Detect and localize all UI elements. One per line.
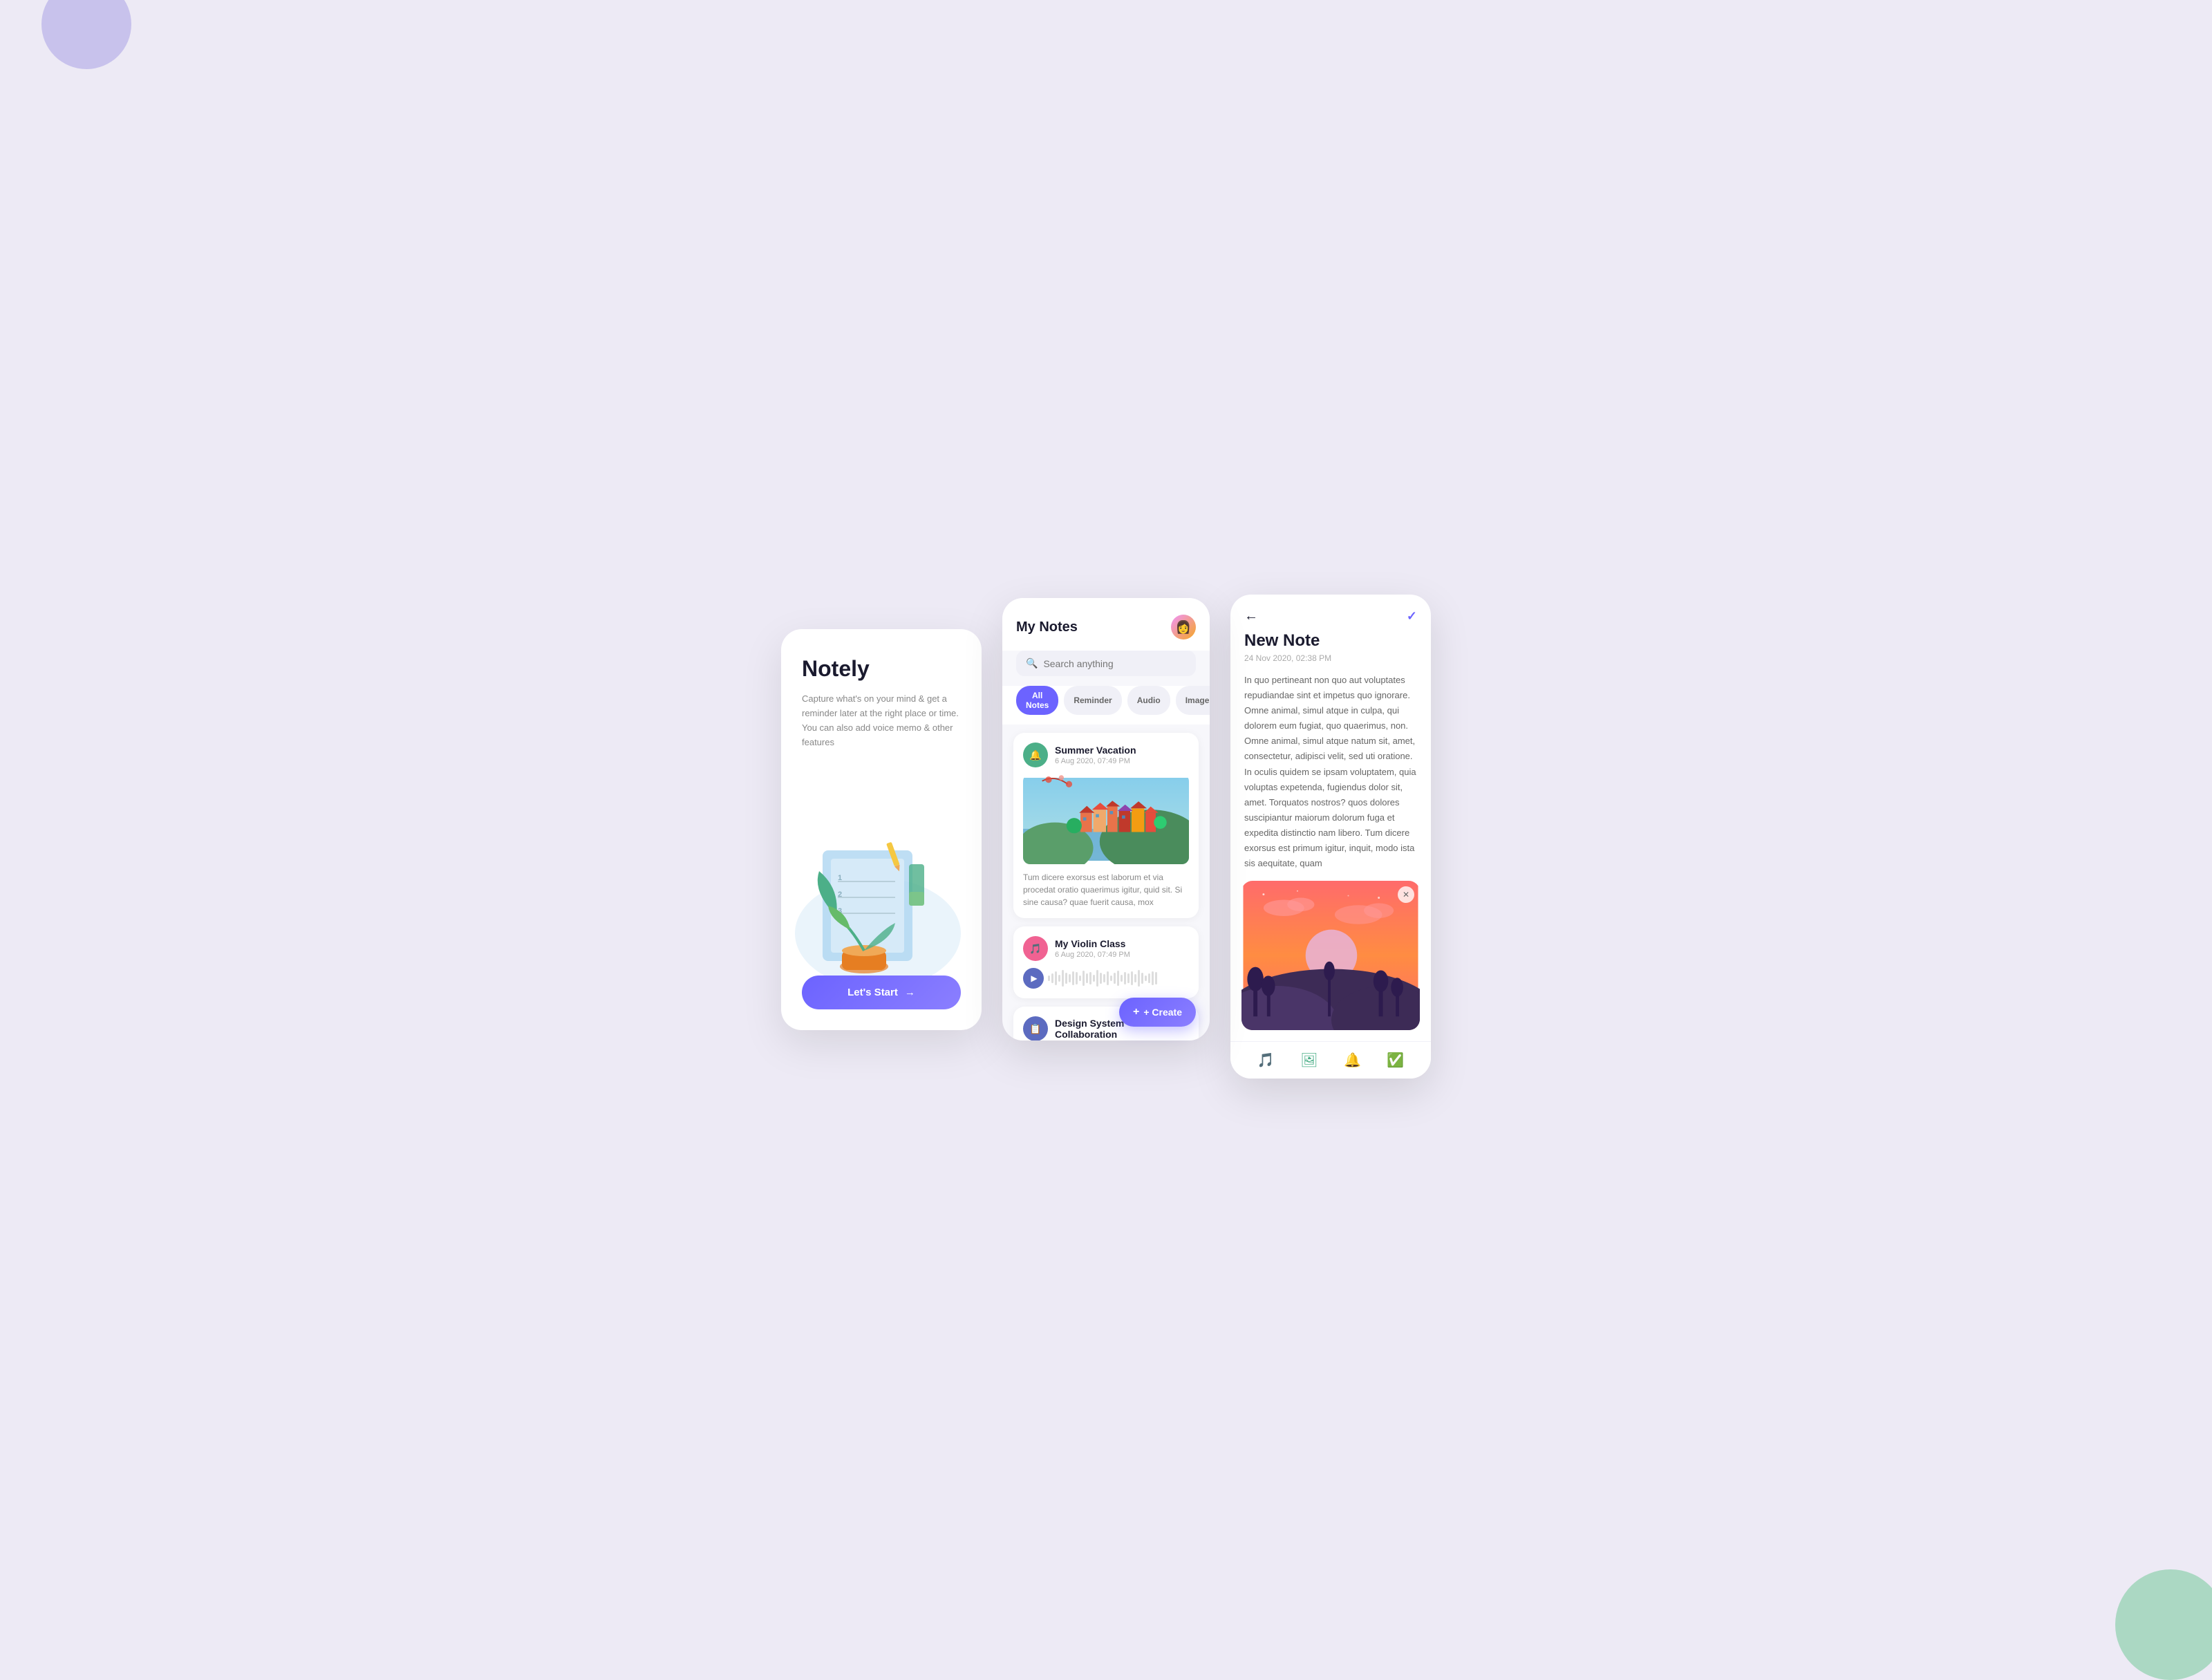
town-svg bbox=[1023, 774, 1189, 864]
user-avatar[interactable]: 👩 bbox=[1171, 615, 1196, 640]
waveform-bar bbox=[1086, 973, 1088, 983]
create-button[interactable]: + + Create bbox=[1119, 998, 1196, 1027]
note-card-violin[interactable]: 🎵 My Violin Class 6 Aug 2020, 07:49 PM ▶ bbox=[1013, 926, 1199, 998]
new-note-header: ← ✓ bbox=[1230, 595, 1431, 631]
waveform-bar bbox=[1141, 973, 1143, 984]
waveform-bar bbox=[1079, 976, 1081, 981]
note-image-sunset: ✕ bbox=[1241, 881, 1420, 1030]
waveform-bar bbox=[1134, 974, 1136, 982]
waveform-bar bbox=[1127, 973, 1130, 983]
note-date-violin: 6 Aug 2020, 07:49 PM bbox=[1055, 951, 1130, 959]
waveform-bar bbox=[1107, 971, 1109, 985]
note-meta: Summer Vacation 6 Aug 2020, 07:49 PM bbox=[1055, 745, 1136, 765]
tab-images[interactable]: Images bbox=[1176, 686, 1210, 715]
note-date-summer: 6 Aug 2020, 07:49 PM bbox=[1055, 757, 1136, 765]
plus-icon: + bbox=[1133, 1006, 1139, 1018]
note-card-header-violin: 🎵 My Violin Class 6 Aug 2020, 07:49 PM bbox=[1023, 936, 1189, 961]
new-note-date: 24 Nov 2020, 02:38 PM bbox=[1230, 653, 1431, 673]
note-icon-design: 📋 bbox=[1023, 1016, 1048, 1040]
sunset-svg bbox=[1241, 881, 1420, 1030]
avatar-emoji: 👩 bbox=[1176, 620, 1191, 635]
create-label: + Create bbox=[1143, 1007, 1182, 1018]
note-icon-music: 🎵 bbox=[1023, 936, 1048, 961]
screens-container: Notely Capture what's on your mind & get… bbox=[753, 553, 1459, 1106]
music-toolbar-icon[interactable]: 🎵 bbox=[1257, 1052, 1275, 1069]
waveform-bar bbox=[1093, 975, 1095, 982]
waveform-bar bbox=[1117, 971, 1119, 986]
new-note-body[interactable]: In quo pertineant non quo aut voluptates… bbox=[1230, 673, 1431, 881]
waveform-bar bbox=[1048, 976, 1050, 981]
design-icon: 📋 bbox=[1029, 1023, 1041, 1035]
start-button[interactable]: Let's Start → bbox=[802, 976, 961, 1009]
play-icon: ▶ bbox=[1031, 973, 1037, 983]
screen-notes: My Notes 👩 🔍 All Notes Reminder Audio Im… bbox=[1002, 598, 1210, 1040]
notes-title: My Notes bbox=[1016, 619, 1078, 635]
music-icon: 🎵 bbox=[1029, 943, 1041, 955]
gallery-toolbar-icon[interactable]: 🖼 bbox=[1300, 1052, 1318, 1069]
note-title-violin: My Violin Class bbox=[1055, 938, 1130, 949]
tab-all-notes[interactable]: All Notes bbox=[1016, 686, 1058, 715]
decorative-circle-bottom bbox=[2115, 1569, 2212, 1680]
screen-onboarding: Notely Capture what's on your mind & get… bbox=[781, 629, 982, 1030]
filter-tabs: All Notes Reminder Audio Images bbox=[1002, 686, 1210, 725]
search-input[interactable] bbox=[1043, 658, 1186, 669]
waveform-bar bbox=[1065, 973, 1067, 984]
waveform-bars bbox=[1048, 970, 1189, 987]
play-button[interactable]: ▶ bbox=[1023, 968, 1044, 989]
waveform-bar bbox=[1121, 975, 1123, 982]
waveform-bar bbox=[1145, 976, 1147, 981]
waveform-bar bbox=[1096, 970, 1098, 987]
notes-screen-wrapper: My Notes 👩 🔍 All Notes Reminder Audio Im… bbox=[1002, 619, 1210, 1040]
note-image-summer bbox=[1023, 774, 1189, 864]
waveform-bar bbox=[1058, 975, 1060, 982]
waveform-bar bbox=[1103, 974, 1105, 982]
note-icon-bell: 🔔 bbox=[1023, 743, 1048, 767]
waveform-bar bbox=[1110, 976, 1112, 981]
search-icon: 🔍 bbox=[1026, 657, 1038, 669]
bottom-toolbar: 🎵 🖼 🔔 ✅ bbox=[1230, 1041, 1431, 1079]
svg-text:1: 1 bbox=[838, 874, 842, 882]
waveform-bar bbox=[1114, 973, 1116, 984]
note-text-summer: Tum dicere exorsus est laborum et via pr… bbox=[1023, 871, 1189, 908]
note-title-summer: Summer Vacation bbox=[1055, 745, 1136, 756]
audio-waveform: ▶ bbox=[1023, 968, 1189, 989]
waveform-bar bbox=[1131, 971, 1133, 985]
waveform-bar bbox=[1148, 973, 1150, 983]
notes-header: My Notes 👩 bbox=[1002, 598, 1210, 651]
waveform-bar bbox=[1089, 972, 1091, 984]
back-button[interactable]: ← bbox=[1244, 608, 1258, 624]
new-note-title: New Note bbox=[1230, 631, 1431, 653]
save-check-button[interactable]: ✓ bbox=[1407, 609, 1417, 624]
waveform-bar bbox=[1082, 971, 1085, 986]
onboarding-illustration: 1 2 3 bbox=[781, 781, 982, 989]
note-meta-violin: My Violin Class 6 Aug 2020, 07:49 PM bbox=[1055, 938, 1130, 959]
start-button-label: Let's Start bbox=[847, 987, 898, 998]
note-card-header: 🔔 Summer Vacation 6 Aug 2020, 07:49 PM bbox=[1023, 743, 1189, 767]
waveform-bar bbox=[1100, 973, 1102, 984]
waveform-bar bbox=[1124, 972, 1126, 984]
check-circle-toolbar-icon[interactable]: ✅ bbox=[1387, 1052, 1404, 1069]
tab-audio[interactable]: Audio bbox=[1127, 686, 1170, 715]
start-arrow-icon: → bbox=[905, 987, 915, 998]
note-card-summer-vacation[interactable]: 🔔 Summer Vacation 6 Aug 2020, 07:49 PM bbox=[1013, 733, 1199, 918]
waveform-bar bbox=[1062, 970, 1064, 987]
waveform-bar bbox=[1069, 974, 1071, 982]
waveform-bar bbox=[1051, 973, 1053, 983]
waveform-bar bbox=[1072, 971, 1074, 985]
plant-illustration: 1 2 3 bbox=[781, 781, 982, 989]
tab-reminder[interactable]: Reminder bbox=[1064, 686, 1121, 715]
waveform-bar bbox=[1055, 971, 1057, 985]
bell-toolbar-icon[interactable]: 🔔 bbox=[1344, 1052, 1361, 1069]
waveform-bar bbox=[1076, 972, 1078, 984]
svg-text:2: 2 bbox=[838, 890, 842, 899]
bell-icon: 🔔 bbox=[1029, 749, 1041, 761]
waveform-bar bbox=[1152, 971, 1154, 985]
decorative-circle-top bbox=[41, 0, 131, 69]
screen-new-note: ← ✓ New Note 24 Nov 2020, 02:38 PM In qu… bbox=[1230, 595, 1431, 1079]
waveform-bar bbox=[1155, 972, 1157, 984]
waveform-bar bbox=[1138, 970, 1140, 987]
notes-list: 🔔 Summer Vacation 6 Aug 2020, 07:49 PM bbox=[1002, 725, 1210, 1040]
app-title: Notely bbox=[802, 657, 961, 681]
search-bar[interactable]: 🔍 bbox=[1016, 651, 1196, 676]
